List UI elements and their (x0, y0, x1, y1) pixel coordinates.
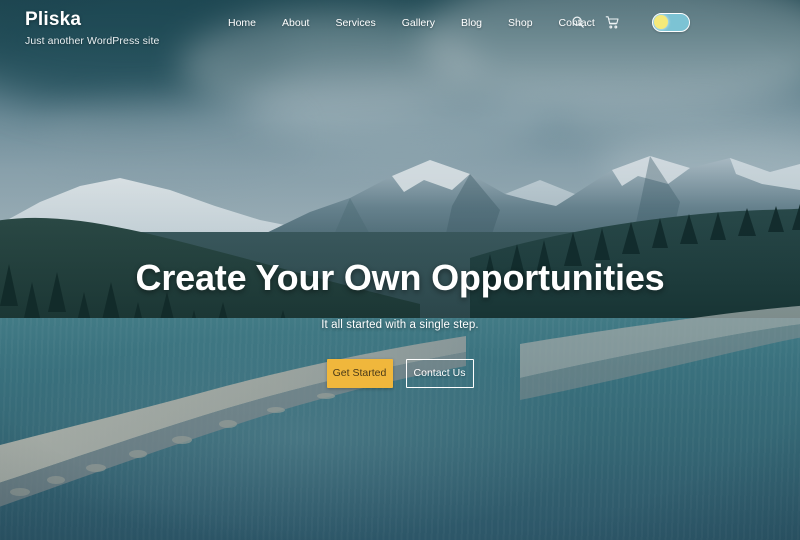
shoreline-right (520, 305, 800, 400)
contact-us-button[interactable]: Contact Us (405, 358, 474, 388)
site-title[interactable]: Pliska (25, 9, 159, 31)
theme-toggle-knob (654, 14, 668, 29)
site-tagline: Just another WordPress site (25, 35, 160, 47)
theme-toggle[interactable] (652, 12, 690, 32)
hero-cta-group: Get Started Contact Us (326, 358, 474, 388)
hero-title: Create Your Own Opportunities (135, 257, 665, 298)
shopping-cart-icon[interactable] (600, 10, 624, 34)
nav-item-about[interactable]: About (282, 17, 309, 29)
site-branding[interactable]: Pliska Just another WordPress site (25, 9, 159, 47)
nav-item-services[interactable]: Services (335, 17, 375, 29)
header-actions (566, 10, 690, 34)
get-started-button[interactable]: Get Started (326, 358, 393, 388)
nav-item-shop[interactable]: Shop (508, 17, 533, 29)
shoreline-left (0, 336, 466, 507)
hero-subtitle: It all started with a single step. (321, 318, 479, 331)
nav-item-gallery[interactable]: Gallery (402, 17, 435, 29)
site-header: Pliska Just another WordPress site Home … (0, 0, 800, 56)
cloud (250, 70, 550, 160)
primary-navigation: Home About Services Gallery Blog Shop Co… (228, 17, 595, 29)
page-root: Pliska Just another WordPress site Home … (0, 0, 800, 540)
search-icon[interactable] (566, 10, 590, 34)
nav-item-home[interactable]: Home (228, 17, 256, 29)
nav-item-blog[interactable]: Blog (461, 17, 482, 29)
